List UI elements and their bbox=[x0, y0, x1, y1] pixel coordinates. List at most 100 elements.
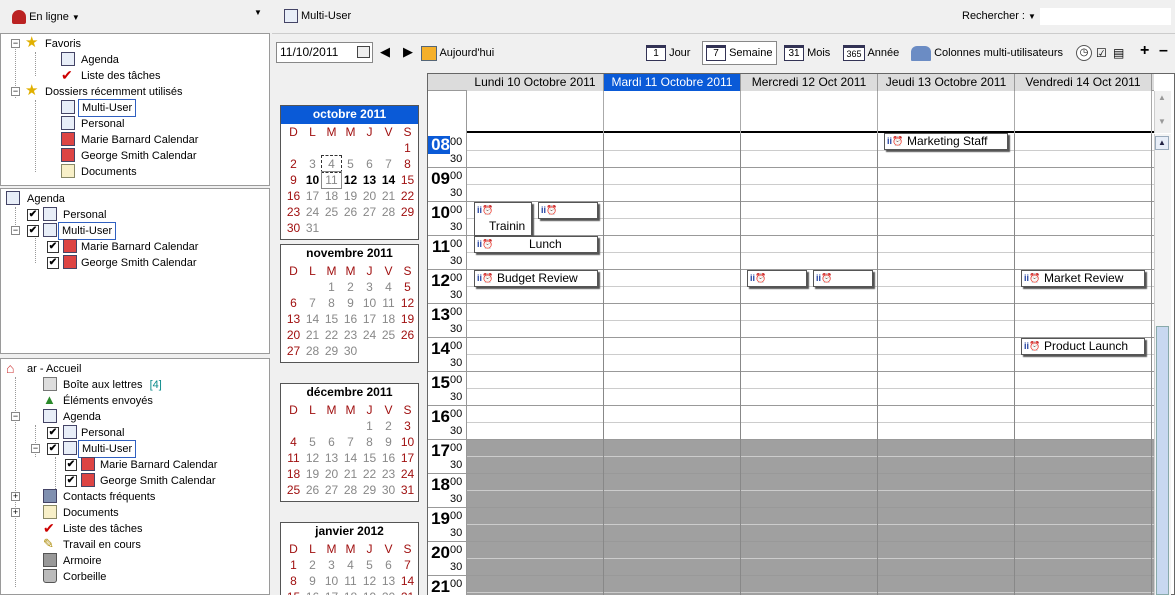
mini-calendar-day[interactable]: 18 bbox=[341, 589, 360, 595]
mini-calendar-day[interactable]: 7 bbox=[379, 156, 398, 172]
mini-calendar-day[interactable]: 26 bbox=[303, 482, 322, 498]
note-icon[interactable]: ▤ bbox=[1113, 46, 1124, 60]
time-slot-row[interactable] bbox=[467, 372, 1154, 389]
george-checkbox[interactable]: ✔ bbox=[47, 257, 59, 269]
mini-calendar-day[interactable]: 28 bbox=[341, 482, 360, 498]
mini-calendar-day[interactable]: 1 bbox=[360, 418, 379, 434]
mini-calendar-day[interactable]: 26 bbox=[341, 204, 360, 220]
expand-contacts-toggle[interactable]: + bbox=[11, 492, 20, 501]
day-header[interactable]: Lundi 10 Octobre 2011 bbox=[467, 74, 604, 91]
mini-calendar-day[interactable]: 12 bbox=[341, 172, 360, 188]
next-button[interactable]: ▶ bbox=[403, 44, 413, 60]
tree-home-personal[interactable]: Personal bbox=[81, 425, 124, 441]
mini-calendar-day[interactable]: 16 bbox=[303, 589, 322, 595]
day-header[interactable]: Mardi 11 Octobre 2011 bbox=[604, 74, 741, 91]
mini-calendar-day[interactable]: 7 bbox=[398, 557, 417, 573]
mini-calendar-day[interactable]: 5 bbox=[398, 279, 417, 295]
mini-calendar-day[interactable]: 18 bbox=[284, 466, 303, 482]
tree-recent-multiuser[interactable]: Multi-User bbox=[77, 99, 137, 117]
view-year-button[interactable]: 365 Année bbox=[843, 42, 899, 64]
mini-calendar-day[interactable]: 10 bbox=[360, 295, 379, 311]
zoom-out-button[interactable]: – bbox=[1159, 42, 1168, 60]
mini-calendar-day[interactable]: 11 bbox=[321, 171, 342, 189]
mini-calendar-day[interactable]: 29 bbox=[360, 482, 379, 498]
mini-calendar-day[interactable]: 28 bbox=[303, 343, 322, 359]
time-slot-row[interactable] bbox=[467, 321, 1154, 338]
mini-calendar-day[interactable]: 10 bbox=[322, 573, 341, 589]
tree-agenda-marie[interactable]: Marie Barnard Calendar bbox=[81, 239, 198, 255]
mini-calendar-day[interactable]: 8 bbox=[322, 295, 341, 311]
collapse-recent-toggle[interactable]: − bbox=[11, 87, 20, 96]
mini-calendar-day[interactable]: 11 bbox=[341, 573, 360, 589]
search-label[interactable]: Rechercher : ▼ bbox=[962, 10, 1036, 22]
time-slot-row[interactable] bbox=[467, 185, 1154, 202]
view-multiuser-columns-button[interactable]: Colonnes multi-utilisateurs bbox=[911, 42, 1063, 64]
time-slot-row[interactable] bbox=[467, 219, 1154, 236]
tree-agenda-personal[interactable]: Personal bbox=[63, 207, 106, 223]
mini-calendar-day[interactable]: 3 bbox=[322, 557, 341, 573]
mini-calendar-day[interactable]: 30 bbox=[379, 482, 398, 498]
collapse-agenda-toggle[interactable]: − bbox=[11, 412, 20, 421]
time-slot-row[interactable] bbox=[467, 440, 1154, 457]
mini-calendar-day[interactable]: 15 bbox=[284, 589, 303, 595]
mini-calendar-day[interactable]: 27 bbox=[360, 204, 379, 220]
mini-calendar-day[interactable]: 11 bbox=[284, 450, 303, 466]
calendar-event[interactable]: ii⏰ bbox=[538, 202, 598, 219]
mini-calendar-day[interactable]: 1 bbox=[284, 557, 303, 573]
calendar-event[interactable]: ii⏰ Product Launch bbox=[1021, 338, 1145, 355]
tree-favoris[interactable]: Favoris bbox=[45, 36, 81, 52]
tree-fav-agenda[interactable]: Agenda bbox=[81, 52, 119, 68]
mini-calendar-day[interactable]: 14 bbox=[303, 311, 322, 327]
time-slot-row[interactable] bbox=[467, 406, 1154, 423]
mini-calendar-day[interactable]: 9 bbox=[341, 295, 360, 311]
mini-calendar-day[interactable]: 12 bbox=[398, 295, 417, 311]
mini-calendar-day[interactable]: 20 bbox=[322, 466, 341, 482]
tree-contacts[interactable]: Contacts fréquents bbox=[63, 489, 155, 505]
mini-calendar-day[interactable]: 9 bbox=[284, 172, 303, 188]
mini-calendar-day[interactable]: 17 bbox=[398, 450, 417, 466]
tree-recent-personal[interactable]: Personal bbox=[81, 116, 124, 132]
multiuser-checkbox[interactable]: ✔ bbox=[27, 225, 39, 237]
mini-calendar-day[interactable]: 21 bbox=[341, 466, 360, 482]
mini-calendar-day[interactable]: 9 bbox=[303, 573, 322, 589]
tree-home-agenda[interactable]: Agenda bbox=[63, 409, 101, 425]
calendar-event[interactable]: ii⏰ Budget Review bbox=[474, 270, 598, 287]
home-personal-checkbox[interactable]: ✔ bbox=[47, 427, 59, 439]
allday-scroll-up[interactable]: ▲ bbox=[1155, 93, 1169, 105]
mini-calendar-day[interactable]: 28 bbox=[379, 204, 398, 220]
tree-recent-george[interactable]: George Smith Calendar bbox=[81, 148, 197, 164]
mini-calendar-day[interactable]: 6 bbox=[379, 557, 398, 573]
mini-calendar-day[interactable]: 20 bbox=[379, 589, 398, 595]
mini-calendar-day[interactable]: 22 bbox=[360, 466, 379, 482]
tree-inbox[interactable]: Boîte aux lettres [4] bbox=[63, 377, 162, 393]
mini-calendar-day[interactable]: 4 bbox=[284, 434, 303, 450]
mini-calendar-day[interactable]: 10 bbox=[398, 434, 417, 450]
view-day-button[interactable]: 1 Jour bbox=[646, 42, 690, 64]
mini-calendar-day[interactable]: 13 bbox=[322, 450, 341, 466]
time-slot-row[interactable] bbox=[467, 287, 1154, 304]
mini-calendar-day[interactable]: 2 bbox=[284, 156, 303, 172]
mini-calendar-day[interactable]: 19 bbox=[303, 466, 322, 482]
panel-menu-arrow[interactable]: ▼ bbox=[254, 8, 262, 17]
mini-calendar-day[interactable]: 19 bbox=[341, 188, 360, 204]
tree-fav-tasks[interactable]: Liste des tâches bbox=[81, 68, 161, 84]
mini-calendar-day[interactable]: 15 bbox=[398, 172, 417, 188]
tree-agenda-george[interactable]: George Smith Calendar bbox=[81, 255, 197, 271]
zoom-in-button[interactable]: + bbox=[1140, 42, 1149, 60]
mini-calendar-day[interactable]: 8 bbox=[360, 434, 379, 450]
mini-calendar-day[interactable]: 29 bbox=[322, 343, 341, 359]
marie-checkbox[interactable]: ✔ bbox=[47, 241, 59, 253]
collapse-multiuser-toggle[interactable]: − bbox=[11, 226, 20, 235]
view-week-button[interactable]: 7 Semaine bbox=[702, 41, 777, 65]
mini-calendar-day[interactable]: 23 bbox=[284, 204, 303, 220]
mini-calendar-title[interactable]: octobre 2011 bbox=[281, 106, 418, 124]
mini-calendar-day[interactable]: 14 bbox=[341, 450, 360, 466]
mini-calendar-day[interactable]: 14 bbox=[379, 172, 398, 188]
mini-calendar-day[interactable]: 14 bbox=[398, 573, 417, 589]
time-slot-row[interactable] bbox=[467, 508, 1154, 525]
mini-calendar-day[interactable]: 25 bbox=[322, 204, 341, 220]
mini-calendar-day[interactable]: 27 bbox=[322, 482, 341, 498]
checkbox-icon[interactable]: ☑ bbox=[1096, 46, 1107, 60]
tree-sent[interactable]: Éléments envoyés bbox=[63, 393, 153, 409]
expand-documents-toggle[interactable]: + bbox=[11, 508, 20, 517]
